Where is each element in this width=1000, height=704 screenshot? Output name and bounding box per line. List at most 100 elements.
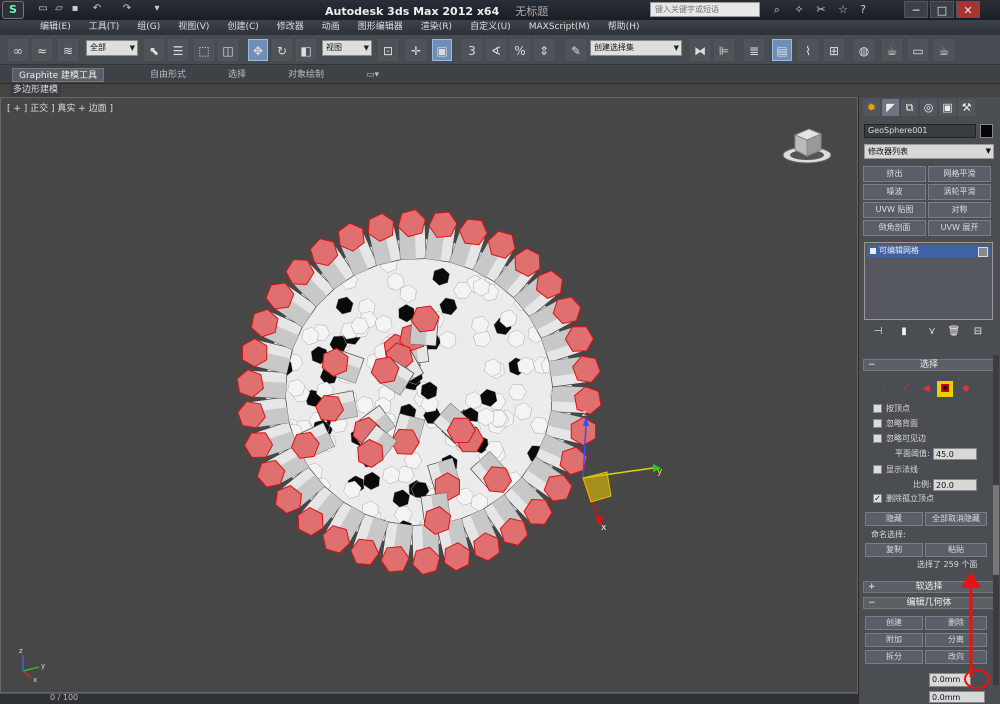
pivot-center-icon[interactable]: ⊡ <box>378 39 398 61</box>
rendered-frame-icon[interactable]: ▭ <box>908 39 928 61</box>
binoculars-icon[interactable]: ⌕ <box>770 2 784 17</box>
save-icon[interactable]: ▪ <box>68 2 82 16</box>
undo-icon[interactable]: ↶ <box>90 2 104 16</box>
geosphere-object[interactable] <box>236 209 602 575</box>
show-end-result-icon[interactable]: ▮ <box>897 325 911 339</box>
menu-view[interactable]: 视图(V) <box>178 20 209 35</box>
tab-selection[interactable]: 选择 <box>222 68 252 82</box>
time-slider[interactable]: 0 / 100 <box>0 693 858 704</box>
tab-graphite-modeling[interactable]: Graphite 建模工具 <box>12 68 105 82</box>
symmetry-modifier-button[interactable]: 对称 <box>928 202 991 218</box>
snap-toggle-icon[interactable]: 3 <box>462 39 482 61</box>
menu-maxscript[interactable]: MAXScript(M) <box>529 20 590 35</box>
window-crossing-icon[interactable]: ◫ <box>218 39 238 61</box>
menu-modifiers[interactable]: 修改器 <box>277 20 304 35</box>
redo-icon[interactable]: ↷ <box>120 2 134 16</box>
render-setup-icon[interactable]: ☕ <box>882 39 902 61</box>
search-input[interactable]: 键入关键字或短语 <box>650 2 760 17</box>
minimize-button[interactable]: ─ <box>904 1 928 18</box>
viewcube[interactable] <box>781 123 833 167</box>
menu-animation[interactable]: 动画 <box>322 20 340 35</box>
display-tab-icon[interactable]: ▣ <box>939 99 956 116</box>
ignore-backfacing-checkbox[interactable]: 忽略背面 <box>873 418 918 430</box>
move-icon[interactable]: ✥ <box>248 39 268 61</box>
angle-snap-icon[interactable]: ∢ <box>486 39 506 61</box>
selection-filter-dropdown[interactable]: 全部 <box>86 40 138 56</box>
attach-button[interactable]: 附加 <box>865 633 923 647</box>
delete-isolated-vertices-checkbox[interactable]: ✓ 删除孤立顶点 <box>873 493 934 505</box>
show-normals-checkbox[interactable]: 显示法线 <box>873 464 918 476</box>
polygon-mode-icon[interactable] <box>937 381 953 397</box>
perspective-viewport[interactable]: [ + ] 正交 ] 真实 + 边面 ] y z x y z x <box>0 97 858 693</box>
scale-icon[interactable]: ◧ <box>296 39 316 61</box>
menu-help[interactable]: 帮助(H) <box>608 20 640 35</box>
rotate-icon[interactable]: ↻ <box>272 39 292 61</box>
planar-threshold-spinner[interactable]: 45.0 <box>933 448 977 460</box>
bevel-profile-modifier-button[interactable]: 倒角剖面 <box>863 220 926 236</box>
material-editor-icon[interactable]: ◍ <box>854 39 874 61</box>
menu-customize[interactable]: 自定义(U) <box>470 20 511 35</box>
panel-scrollbar[interactable] <box>993 355 999 685</box>
graphite-toggle-icon[interactable]: ▤ <box>772 39 792 61</box>
rect-region-icon[interactable]: ⬚ <box>194 39 214 61</box>
keyboard-shortcut-icon[interactable]: ▣ <box>432 39 452 61</box>
extrude-modifier-button[interactable]: 挤出 <box>863 166 926 182</box>
select-by-name-icon[interactable]: ☰ <box>168 39 188 61</box>
gizmo-plane-handle[interactable] <box>582 471 612 503</box>
align-icon[interactable]: ⊫ <box>714 39 734 61</box>
make-unique-icon[interactable]: ⋎ <box>925 325 939 339</box>
panel-scrollbar-thumb[interactable] <box>993 485 999 575</box>
spinner-snap-icon[interactable]: ⇕ <box>534 39 554 61</box>
create-button[interactable]: 创建 <box>865 616 923 630</box>
object-name-field[interactable]: GeoSphere001 <box>864 124 976 138</box>
menu-rendering[interactable]: 渲染(R) <box>421 20 452 35</box>
schematic-view-icon[interactable]: ⊞ <box>824 39 844 61</box>
selection-rollout-header[interactable]: − 选择 <box>863 359 995 371</box>
menu-edit[interactable]: 编辑(E) <box>40 20 71 35</box>
edit-named-selection-icon[interactable]: ✎ <box>566 39 586 61</box>
motion-tab-icon[interactable]: ◎ <box>920 99 937 116</box>
modifier-list-dropdown[interactable]: 修改器列表 <box>864 144 994 159</box>
ignore-visible-edges-checkbox[interactable]: 忽略可见边 <box>873 433 926 445</box>
named-selection-dropdown[interactable]: 创建选择集 <box>590 40 682 56</box>
ref-coord-dropdown[interactable]: 视图 <box>322 40 372 56</box>
tab-freeform[interactable]: 自由形式 <box>144 68 192 82</box>
element-mode-icon[interactable]: ◆ <box>959 382 973 396</box>
tools-icon[interactable]: ✂ <box>814 2 828 17</box>
mirror-icon[interactable]: ⧓ <box>690 39 710 61</box>
hierarchy-tab-icon[interactable]: ⧉ <box>901 99 918 116</box>
new-file-icon[interactable]: ▭ <box>36 2 50 16</box>
turbosmooth-modifier-button[interactable]: 涡轮平滑 <box>928 184 991 200</box>
noise-modifier-button[interactable]: 噪波 <box>863 184 926 200</box>
pin-stack-icon[interactable]: ⊣ <box>871 325 885 339</box>
vertex-mode-icon[interactable]: · <box>877 382 891 396</box>
modifier-stack[interactable]: 可编辑网格 <box>864 242 993 320</box>
edge-mode-icon[interactable]: ⟋ <box>899 382 913 396</box>
subtab-polygon-modeling[interactable]: 多边形建模 <box>10 84 62 97</box>
meshsmooth-modifier-button[interactable]: 网格平滑 <box>928 166 991 182</box>
utilities-tab-icon[interactable]: ⚒ <box>958 99 975 116</box>
star-icon[interactable]: ☆ <box>836 2 850 17</box>
key-icon[interactable]: ✧ <box>792 2 806 17</box>
curve-editor-icon[interactable]: ⌇ <box>798 39 818 61</box>
divide-button[interactable]: 拆分 <box>865 650 923 664</box>
link-icon[interactable]: ∞ <box>8 39 28 61</box>
by-vertex-checkbox[interactable]: 按顶点 <box>873 403 910 415</box>
object-color-swatch[interactable] <box>980 124 993 138</box>
ribbon-options-icon[interactable]: ▭▾ <box>360 68 385 82</box>
layer-manager-icon[interactable]: ≣ <box>744 39 764 61</box>
modify-tab-icon[interactable]: ◤ <box>882 99 899 116</box>
menu-group[interactable]: 组(G) <box>137 20 160 35</box>
configure-modifier-sets-icon[interactable]: ⊟ <box>971 325 985 339</box>
unlink-icon[interactable]: ≈ <box>32 39 52 61</box>
help-icon[interactable]: ? <box>856 2 870 17</box>
app-logo-icon[interactable]: S <box>2 1 24 19</box>
menu-tools[interactable]: 工具(T) <box>89 20 120 35</box>
dropdown-icon[interactable]: ▾ <box>150 2 164 16</box>
unhide-all-button[interactable]: 全部取消隐藏 <box>925 512 987 526</box>
viewport-canvas[interactable]: y z x y z x <box>1 98 857 692</box>
copy-button[interactable]: 复制 <box>865 543 923 557</box>
face-mode-icon[interactable]: ◀ <box>919 382 933 396</box>
uvw-map-modifier-button[interactable]: UVW 贴图 <box>863 202 926 218</box>
bevel-amount-spinner[interactable]: 0.0mm <box>929 691 985 703</box>
